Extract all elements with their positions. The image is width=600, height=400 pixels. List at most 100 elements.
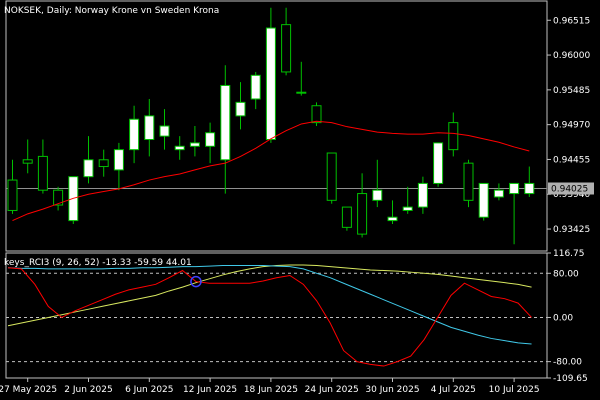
symbol-label: NOKSEK (4, 6, 42, 16)
time-tick-label: 2 Jun 2025 (64, 385, 112, 395)
candle-body-bull (493, 189, 504, 198)
candle-body-bull (433, 142, 444, 184)
candle-body-bull (265, 27, 276, 141)
candle-25 (387, 200, 398, 224)
candle-body-bull (478, 182, 489, 218)
candle-body-bull (402, 206, 413, 211)
candle-8 (129, 105, 140, 164)
current-price-label: 0.94025 (551, 185, 588, 195)
candle-body-bull (129, 118, 140, 151)
candle-29 (448, 112, 459, 157)
time-tick-label: 6 Jun 2025 (125, 385, 173, 395)
candle-body-bull (189, 142, 200, 147)
price-tick-label: 0.95485 (553, 86, 590, 96)
main-chart-frame (5, 0, 548, 252)
candle-33 (509, 182, 520, 245)
candlestick-series (7, 7, 535, 245)
candle-10 (159, 109, 170, 150)
candle-18 (281, 7, 292, 76)
candle-7 (113, 142, 124, 191)
candle-body-bull (83, 159, 94, 178)
indicator-label: keys_RCI3 (9, 26, 52) -13.33 -59.59 44.0… (4, 258, 192, 268)
candle-13 (205, 122, 216, 164)
candle-body-bear (357, 193, 368, 235)
candle-28 (433, 142, 444, 187)
candle-2 (37, 139, 48, 194)
price-tick-label: 0.96515 (553, 16, 590, 26)
indicator-tick-label: 0.00 (553, 313, 573, 323)
candle-16 (250, 71, 261, 110)
candle-27 (417, 176, 428, 214)
candle-15 (235, 82, 246, 130)
time-tick-label: 4 Jul 2025 (431, 385, 476, 395)
candle-1 (22, 139, 33, 174)
candle-11 (174, 136, 185, 160)
indicator-levels (6, 272, 547, 363)
rci-mid-line (7, 265, 532, 345)
candle-body-bull (235, 101, 246, 117)
candle-body-bull (296, 91, 307, 94)
rci-short-line (7, 267, 532, 367)
time-tick-label: 12 Jun 2025 (183, 385, 237, 395)
chart-canvas: 0.965150.960000.954850.949700.944550.939… (0, 0, 594, 395)
candle-body-bull (250, 74, 261, 100)
time-tick-label: 30 Jun 2025 (365, 385, 419, 395)
candle-31 (478, 182, 489, 221)
candle-body-bull (174, 145, 185, 151)
chart-header: NOKSEK, Daily: Norway Krone vn Sweden Kr… (4, 6, 219, 16)
candle-body-bull (509, 182, 520, 195)
candle-body-bull (144, 115, 155, 141)
candle-body-bull (372, 189, 383, 201)
candle-body-bull (205, 132, 216, 147)
candle-26 (402, 186, 413, 214)
time-tick-label: 18 Jun 2025 (244, 385, 298, 395)
candle-0 (7, 159, 18, 214)
indicator-tick-label: -109.65 (553, 374, 588, 384)
time-tick-label: 27 May 2025 (0, 385, 57, 395)
candle-24 (372, 159, 383, 208)
candle-3 (53, 186, 64, 211)
main-frame-border (5, 0, 548, 252)
indicator-tick-label: 80.00 (553, 269, 579, 279)
candle-34 (524, 166, 535, 197)
candle-body-bear (311, 105, 322, 124)
indicator-axis: 116.75 80.00 0.00 -80.00 -109.65 (547, 249, 588, 384)
candle-14 (220, 65, 231, 194)
price-tick-label: 0.96000 (553, 51, 590, 61)
candle-body-bull (159, 125, 170, 137)
candle-19 (296, 61, 307, 96)
candle-9 (144, 98, 155, 157)
candle-body-bear (7, 179, 18, 211)
candle-30 (463, 159, 474, 208)
timeframe-label: Daily: (47, 6, 72, 16)
candle-17 (265, 7, 276, 143)
candle-12 (189, 126, 200, 157)
indicator-tick-label: -80.00 (553, 358, 582, 368)
rci-long-line (7, 264, 532, 327)
candle-body-bull (387, 216, 398, 222)
price-axis: 0.965150.960000.954850.949700.944550.939… (547, 16, 594, 235)
candle-4 (68, 176, 79, 224)
price-tick-label: 0.93425 (553, 225, 590, 235)
chart-window: 0.96515 0.96000 0.95485 0.94970 0.94455 0.939… (0, 0, 600, 400)
price-tick-label: 0.94970 (553, 121, 590, 131)
candle-22 (341, 206, 352, 231)
candle-21 (326, 152, 337, 204)
indicator-lines (7, 264, 532, 367)
indicator-frame (5, 252, 548, 379)
candle-body-bear (326, 152, 337, 201)
candle-body-bear (22, 159, 33, 164)
description-label: Norway Krone vn Sweden Krona (75, 6, 219, 16)
candle-body-bull (417, 182, 428, 208)
indicator-frame-border (5, 252, 548, 379)
price-tick-label: 0.94455 (553, 155, 590, 165)
candle-body-bear (448, 122, 459, 151)
time-tick-label: 24 Jun 2025 (305, 385, 359, 395)
candle-body-bear (281, 24, 292, 73)
indicator-tick-label: 116.75 (553, 249, 585, 259)
candle-20 (311, 102, 322, 126)
time-axis: 27 May 2025 2 Jun 2025 6 Jun 2025 12 Jun 20… (0, 378, 540, 395)
candle-body-bull (220, 84, 231, 161)
candle-body-bear (98, 159, 109, 168)
candle-6 (98, 149, 109, 177)
